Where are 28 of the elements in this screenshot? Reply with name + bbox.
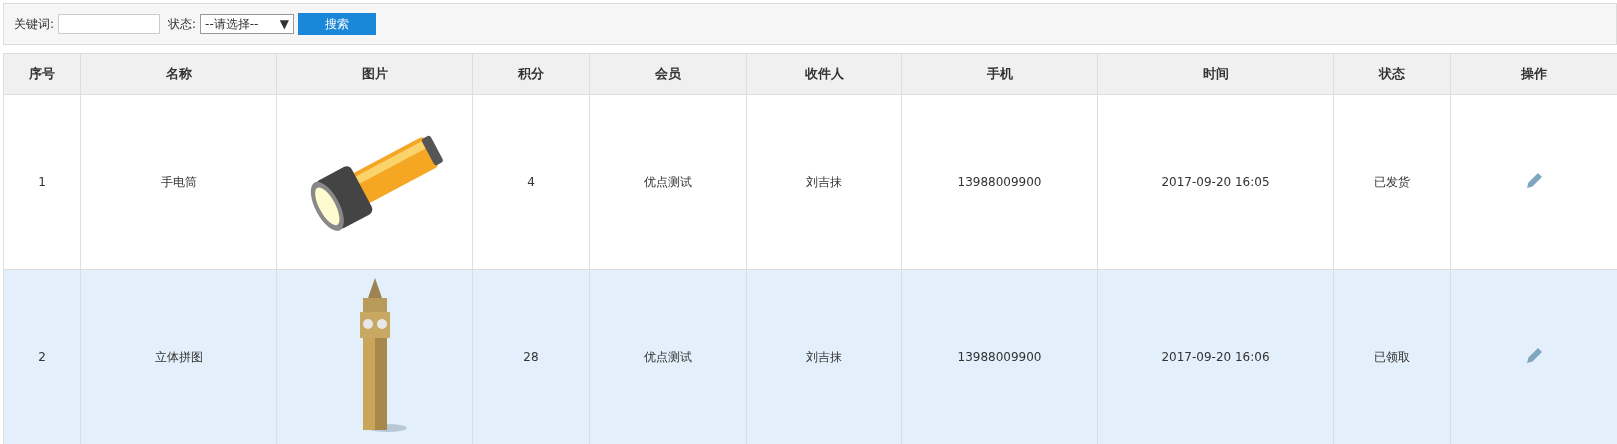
column-header: 会员 (589, 53, 747, 95)
status-label: 状态: (168, 15, 197, 33)
keyword-label: 关键词: (14, 15, 55, 33)
pencil-icon[interactable] (1525, 172, 1543, 189)
column-header: 积分 (472, 53, 590, 95)
status-select[interactable]: --请选择-- ▼ (200, 14, 295, 34)
table-row[interactable]: 2 立体拼图 28 优点测试 刘吉抹 13988009900 2017-09-20 16:06 已领取 (3, 269, 1617, 444)
column-header: 状态 (1333, 53, 1451, 95)
table-cell: 13988009900 (901, 94, 1098, 270)
table-cell: 2017-09-20 16:05 (1097, 94, 1334, 270)
column-header: 操作 (1450, 53, 1617, 95)
table-cell: 刘吉抹 (746, 94, 902, 270)
search-button[interactable]: 搜索 (298, 13, 377, 35)
column-header: 手机 (901, 53, 1098, 95)
table-row[interactable]: 1 手电筒 4 优点测试 刘吉抹 13988009900 2017-09-20 16:05 已发货 (3, 94, 1617, 270)
column-header: 图片 (276, 53, 473, 95)
table-cell: 2 (3, 269, 81, 444)
column-header: 时间 (1097, 53, 1334, 95)
keyword-input[interactable] (58, 14, 161, 34)
table-cell: 1 (3, 94, 81, 270)
table-cell: 手电筒 (80, 94, 277, 270)
table-cell: 4 (472, 94, 590, 270)
table-cell: 优点测试 (589, 94, 747, 270)
column-header: 收件人 (746, 53, 902, 95)
pencil-icon[interactable] (1525, 347, 1543, 364)
column-header: 名称 (80, 53, 277, 95)
column-header: 序号 (3, 53, 81, 95)
table-cell: 已发货 (1333, 94, 1451, 270)
